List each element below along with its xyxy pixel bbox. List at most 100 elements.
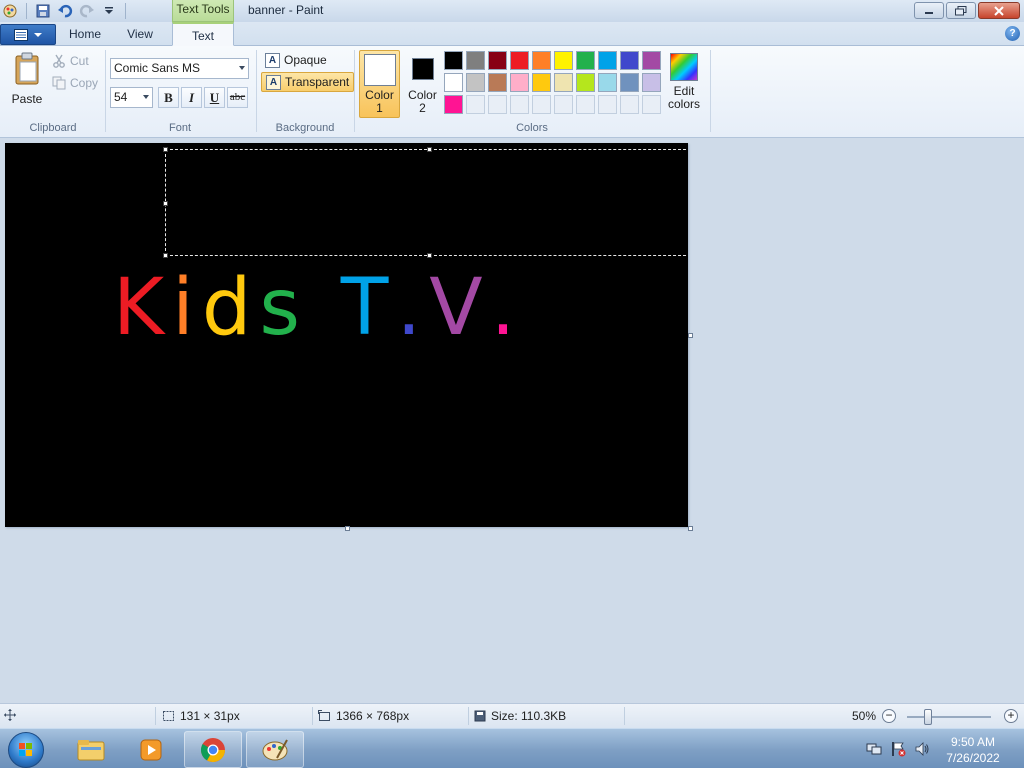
taskbar-media-player[interactable]: [122, 731, 180, 768]
tab-text[interactable]: Text: [172, 22, 234, 46]
paste-icon: [15, 52, 39, 85]
taskbar-explorer[interactable]: [62, 731, 120, 768]
customize-qat-dropdown-icon[interactable]: [101, 3, 117, 19]
palette-color-swatch[interactable]: [642, 51, 661, 70]
color-1-button[interactable]: Color 1: [359, 50, 400, 118]
redo-icon[interactable]: [79, 3, 95, 19]
canvas-resize-handle-bottom[interactable]: [345, 526, 350, 531]
text-selection-box[interactable]: [163, 147, 688, 258]
paint-palette-icon: [262, 739, 288, 760]
clipboard-group-label: Clipboard: [29, 122, 77, 134]
palette-empty-slot[interactable]: [598, 95, 617, 114]
canvas-resize-handle-corner[interactable]: [688, 526, 693, 531]
zoom-out-button[interactable]: −: [882, 709, 896, 723]
selection-handle[interactable]: [427, 253, 432, 258]
palette-empty-slot[interactable]: [642, 95, 661, 114]
start-button[interactable]: [8, 732, 44, 768]
strikethrough-button[interactable]: abc: [227, 87, 248, 108]
network-icon[interactable]: [866, 741, 882, 757]
palette-empty-slot[interactable]: [488, 95, 507, 114]
font-family-select[interactable]: Comic Sans MS: [110, 58, 249, 79]
palette-color-swatch[interactable]: [532, 51, 551, 70]
palette-empty-slot[interactable]: [554, 95, 573, 114]
media-player-icon: [140, 739, 162, 760]
palette-color-swatch[interactable]: [444, 51, 463, 70]
palette-color-swatch[interactable]: [444, 95, 463, 114]
taskbar: 9:50 AM 7/26/2022: [0, 728, 1024, 768]
palette-color-swatch[interactable]: [620, 51, 639, 70]
palette-color-swatch[interactable]: [576, 73, 595, 92]
font-size-select[interactable]: 54: [110, 87, 153, 108]
selection-handle[interactable]: [427, 147, 432, 152]
paste-button[interactable]: Paste: [8, 50, 46, 108]
underline-button[interactable]: U: [204, 87, 225, 108]
color-1-swatch: [363, 54, 396, 86]
paint-app-icon[interactable]: [2, 3, 18, 19]
selection-handle[interactable]: [163, 147, 168, 152]
copy-button[interactable]: Copy: [52, 74, 98, 92]
group-separator: [256, 50, 257, 132]
paint-menu-button[interactable]: [0, 24, 56, 45]
palette-empty-slot[interactable]: [620, 95, 639, 114]
palette-color-swatch[interactable]: [510, 73, 529, 92]
palette-color-swatch[interactable]: [554, 51, 573, 70]
undo-icon[interactable]: [57, 3, 73, 19]
action-center-warning-icon[interactable]: [890, 741, 906, 757]
zoom-slider-thumb[interactable]: [924, 709, 932, 725]
window-controls: [914, 2, 1020, 19]
windows-logo-icon: [19, 743, 32, 756]
minimize-button[interactable]: [914, 2, 944, 19]
taskbar-paint[interactable]: [246, 731, 304, 768]
palette-color-swatch[interactable]: [510, 51, 529, 70]
save-icon[interactable]: [35, 3, 51, 19]
close-button[interactable]: [978, 2, 1020, 19]
group-separator: [710, 50, 711, 132]
palette-empty-slot[interactable]: [510, 95, 529, 114]
transparent-icon: A: [266, 74, 281, 90]
palette-color-swatch[interactable]: [554, 73, 573, 92]
italic-button[interactable]: I: [181, 87, 202, 108]
palette-color-swatch[interactable]: [620, 73, 639, 92]
clock-date: 7/26/2022: [946, 751, 1000, 765]
cut-label: Cut: [70, 54, 89, 68]
selection-handle[interactable]: [163, 253, 168, 258]
opaque-button[interactable]: A Opaque: [261, 50, 331, 70]
palette-color-swatch[interactable]: [598, 73, 617, 92]
palette-color-swatch[interactable]: [642, 73, 661, 92]
tab-home[interactable]: Home: [60, 22, 110, 46]
zoom-level: 50%: [852, 709, 877, 723]
zoom-slider-track[interactable]: [907, 716, 991, 718]
color-2-button[interactable]: Color 2: [402, 50, 443, 118]
palette-color-swatch[interactable]: [444, 73, 463, 92]
palette-color-swatch[interactable]: [488, 73, 507, 92]
palette-color-swatch[interactable]: [488, 51, 507, 70]
drawing-canvas[interactable]: Kids T.V.: [5, 143, 688, 527]
restore-button[interactable]: [946, 2, 976, 19]
bold-button[interactable]: B: [158, 87, 179, 108]
image-size-value: 1366 × 768px: [336, 709, 410, 723]
system-clock[interactable]: 9:50 AM 7/26/2022: [940, 734, 1006, 766]
palette-color-swatch[interactable]: [598, 51, 617, 70]
clock-time: 9:50 AM: [950, 735, 996, 749]
palette-empty-slot[interactable]: [576, 95, 595, 114]
palette-empty-slot[interactable]: [466, 95, 485, 114]
ribbon: Paste Cut Copy Clipboard Comic Sans MS 5…: [0, 46, 1024, 138]
volume-icon[interactable]: [914, 741, 930, 757]
palette-color-swatch[interactable]: [576, 51, 595, 70]
zoom-in-button[interactable]: +: [1004, 709, 1018, 723]
palette-color-swatch[interactable]: [466, 51, 485, 70]
cut-button[interactable]: Cut: [52, 52, 89, 70]
palette-empty-slot[interactable]: [532, 95, 551, 114]
chevron-down-icon: [239, 66, 245, 70]
selection-handle[interactable]: [163, 201, 168, 206]
help-icon[interactable]: ?: [1005, 26, 1020, 41]
palette-color-swatch[interactable]: [466, 73, 485, 92]
title-bar: Text Tools banner - Paint: [0, 0, 1024, 22]
palette-color-swatch[interactable]: [532, 73, 551, 92]
canvas-resize-handle-right[interactable]: [688, 333, 693, 338]
transparent-button[interactable]: A Transparent: [261, 72, 355, 92]
taskbar-chrome[interactable]: [184, 731, 242, 768]
group-separator: [105, 50, 106, 132]
tab-view[interactable]: View: [114, 22, 166, 46]
edit-colors-button[interactable]: Edit colors: [664, 50, 704, 111]
